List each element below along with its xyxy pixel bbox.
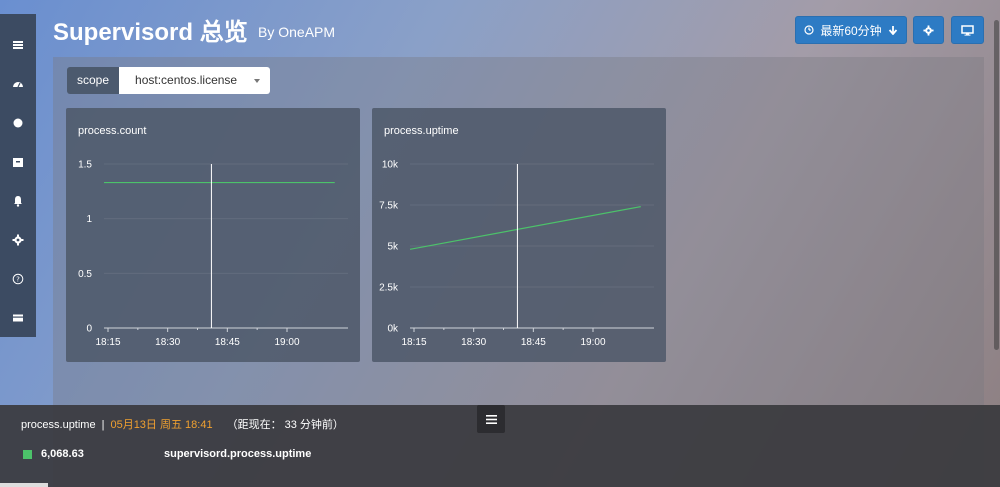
- archive-icon: [13, 158, 23, 168]
- gear-icon: [923, 24, 934, 36]
- arrow-down-icon: [888, 26, 897, 35]
- sidebar-item-archive[interactable]: [0, 143, 36, 182]
- detail-toggle-button[interactable]: [477, 405, 505, 433]
- list-icon: [13, 41, 23, 50]
- sidebar-item-dashboard[interactable]: [0, 65, 36, 104]
- dashboard-icon: [13, 82, 23, 88]
- x-tick-label: 18:45: [215, 337, 240, 348]
- page-title: Supervisord 总览: [53, 19, 248, 46]
- help-icon: ?: [12, 273, 24, 284]
- y-tick-label: 0k: [387, 324, 399, 335]
- y-tick-label: 10k: [382, 160, 399, 171]
- y-tick-label: 1.5: [78, 160, 92, 171]
- hover-value: 6,068.63: [41, 448, 84, 460]
- sidebar-item-alerts[interactable]: [0, 182, 36, 221]
- sidebar-item-circle[interactable]: [0, 104, 36, 143]
- x-tick-label: 18:30: [461, 337, 486, 348]
- process-count-chart[interactable]: 0 0.5 1 1.5 18:15 18:30 18:45 19:00: [66, 108, 360, 362]
- hover-detail-header: process.uptime | 05月13日 周五 18:41 （距现在： 33 分…: [21, 416, 344, 432]
- x-tick-label: 19:00: [580, 337, 605, 348]
- y-tick-label: 0: [86, 324, 92, 335]
- sidebar-item-list[interactable]: [0, 26, 36, 65]
- caret-down-icon: [254, 79, 261, 83]
- x-tick-label: 18:30: [155, 337, 180, 348]
- bell-icon: [14, 195, 22, 207]
- x-tick-label: 19:00: [274, 337, 299, 348]
- svg-text:?: ?: [16, 275, 20, 283]
- scope-select[interactable]: host:centos.license: [119, 67, 271, 94]
- bottom-tab-strip: [0, 483, 48, 487]
- y-tick-label: 2.5k: [379, 283, 399, 294]
- y-tick-label: 5k: [387, 242, 399, 253]
- hover-timestamp: 05月13日 周五 18:41: [110, 419, 213, 431]
- y-tick-label: 7.5k: [379, 201, 399, 212]
- series-line: [409, 206, 641, 250]
- time-range-button[interactable]: 最新60分钟: [795, 16, 907, 44]
- menu-icon: [485, 414, 497, 424]
- scope-label: scope: [67, 67, 120, 94]
- x-tick-label: 18:15: [95, 337, 120, 348]
- sidebar-item-help[interactable]: ?: [0, 259, 36, 298]
- monitor-icon: [961, 24, 974, 36]
- settings-button[interactable]: [913, 16, 944, 44]
- page-byline: By OneAPM: [258, 24, 336, 40]
- sidebar: ?: [0, 14, 36, 337]
- x-tick-label: 18:15: [401, 337, 426, 348]
- scope-value: host:centos.license: [135, 73, 238, 87]
- y-tick-label: 0.5: [78, 269, 92, 280]
- time-range-label: 最新60分钟: [820, 23, 882, 38]
- scope-filter: scope host:centos.license: [67, 67, 271, 94]
- chart-card-process-uptime: process.uptime 0k 2.5k 5k 7.5k 10k 18:15 18:30…: [372, 108, 666, 362]
- hover-separator: |: [101, 419, 105, 431]
- x-tick-label: 18:45: [521, 337, 546, 348]
- circle-icon: [13, 118, 23, 128]
- chart-card-process-count: process.count 0 0.5 1 1.5 18:15 18:30 18:45 19:…: [66, 108, 360, 362]
- gear-icon: [12, 234, 24, 246]
- tv-mode-button[interactable]: [951, 16, 984, 44]
- sidebar-item-settings[interactable]: [0, 220, 36, 259]
- process-uptime-chart[interactable]: 0k 2.5k 5k 7.5k 10k 18:15 18:30 18:45 19:00: [372, 108, 666, 362]
- clock-icon: [804, 25, 814, 35]
- hover-series-name: supervisord.process.uptime: [164, 448, 312, 460]
- y-tick-label: 1: [86, 214, 92, 225]
- hover-metric: process.uptime: [21, 419, 96, 431]
- page-scrollbar[interactable]: [994, 20, 999, 350]
- hover-time-ago: （距现在： 33 分钟前）: [226, 419, 344, 431]
- card-icon: [13, 314, 23, 322]
- series-color-swatch: [23, 450, 32, 459]
- sidebar-item-card[interactable]: [0, 298, 36, 337]
